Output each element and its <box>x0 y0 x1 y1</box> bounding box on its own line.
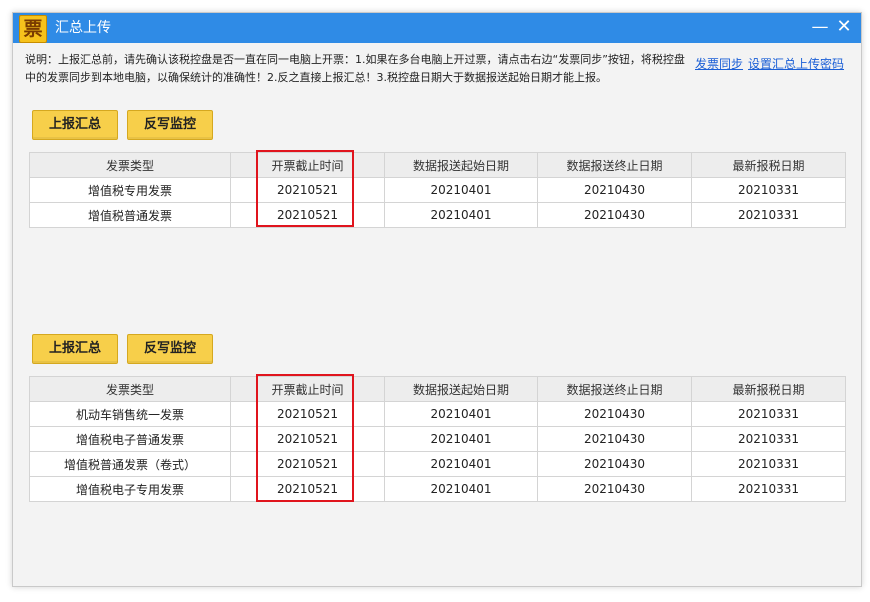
latest-tax-date-cell: 20210331 <box>691 426 846 452</box>
table-row[interactable]: 增值税电子专用发票 20210521 20210401 20210430 202… <box>29 476 846 502</box>
upload-summary-button-1[interactable]: 上报汇总 <box>32 110 118 140</box>
table-row[interactable]: 机动车销售统一发票 20210521 20210401 20210430 202… <box>29 401 846 427</box>
deadline-cell: 20210521 <box>230 177 385 203</box>
start-date-cell: 20210401 <box>384 401 538 427</box>
table-header: 发票类型 开票截止时间 数据报送起始日期 数据报送终止日期 最新报税日期 <box>29 376 846 402</box>
column-header: 发票类型 <box>29 152 231 178</box>
close-button[interactable]: ✕ <box>833 16 855 38</box>
instruction-text: 说明：上报汇总前，请先确认该税控盘是否一直在同一电脑上开票：1.如果在多台电脑上… <box>25 53 685 84</box>
column-header: 数据报送起始日期 <box>384 152 538 178</box>
invoice-logo-icon: 票 <box>19 15 47 43</box>
latest-tax-date-cell: 20210331 <box>691 476 846 502</box>
table-row[interactable]: 增值税电子普通发票 20210521 20210401 20210430 202… <box>29 426 846 452</box>
deadline-cell: 20210521 <box>230 202 385 228</box>
invoice-type-cell: 增值税电子专用发票 <box>29 476 231 502</box>
column-header: 开票截止时间 <box>230 376 385 402</box>
start-date-cell: 20210401 <box>384 202 538 228</box>
latest-tax-date-cell: 20210331 <box>691 401 846 427</box>
writeback-monitor-button-2[interactable]: 反写监控 <box>127 334 213 364</box>
column-header: 数据报送终止日期 <box>537 376 692 402</box>
end-date-cell: 20210430 <box>537 401 692 427</box>
minimize-button[interactable]: — <box>809 16 831 38</box>
end-date-cell: 20210430 <box>537 426 692 452</box>
start-date-cell: 20210401 <box>384 177 538 203</box>
table-row[interactable]: 增值税普通发票 20210521 20210401 20210430 20210… <box>29 202 846 228</box>
end-date-cell: 20210430 <box>537 177 692 203</box>
end-date-cell: 20210430 <box>537 202 692 228</box>
latest-tax-date-cell: 20210331 <box>691 202 846 228</box>
summary-upload-window: 票 汇总上传 — ✕ 说明：上报汇总前，请先确认该税控盘是否一直在同一电脑上开票… <box>12 12 862 587</box>
table-header: 发票类型 开票截止时间 数据报送起始日期 数据报送终止日期 最新报税日期 <box>29 152 846 178</box>
column-header: 最新报税日期 <box>691 152 846 178</box>
upload-summary-button-2[interactable]: 上报汇总 <box>32 334 118 364</box>
column-header: 最新报税日期 <box>691 376 846 402</box>
deadline-cell: 20210521 <box>230 426 385 452</box>
deadline-cell: 20210521 <box>230 476 385 502</box>
column-header: 数据报送起始日期 <box>384 376 538 402</box>
end-date-cell: 20210430 <box>537 476 692 502</box>
column-header: 数据报送终止日期 <box>537 152 692 178</box>
invoice-table-1: 发票类型 开票截止时间 数据报送起始日期 数据报送终止日期 最新报税日期 增值税… <box>29 152 846 228</box>
deadline-cell: 20210521 <box>230 401 385 427</box>
latest-tax-date-cell: 20210331 <box>691 451 846 477</box>
start-date-cell: 20210401 <box>384 426 538 452</box>
latest-tax-date-cell: 20210331 <box>691 177 846 203</box>
column-header: 发票类型 <box>29 376 231 402</box>
invoice-type-cell: 增值税普通发票（卷式） <box>29 451 231 477</box>
window-title: 汇总上传 <box>55 20 111 36</box>
invoice-type-cell: 增值税专用发票 <box>29 177 231 203</box>
invoice-type-cell: 增值税电子普通发票 <box>29 426 231 452</box>
title-bar: 票 汇总上传 — ✕ <box>13 13 861 43</box>
table-row[interactable]: 增值税专用发票 20210521 20210401 20210430 20210… <box>29 177 846 203</box>
start-date-cell: 20210401 <box>384 476 538 502</box>
invoice-type-cell: 机动车销售统一发票 <box>29 401 231 427</box>
table-row[interactable]: 增值税普通发票（卷式） 20210521 20210401 20210430 2… <box>29 451 846 477</box>
set-upload-password-link[interactable]: 设置汇总上传密码 <box>748 56 844 72</box>
start-date-cell: 20210401 <box>384 451 538 477</box>
column-header: 开票截止时间 <box>230 152 385 178</box>
deadline-cell: 20210521 <box>230 451 385 477</box>
writeback-monitor-button-1[interactable]: 反写监控 <box>127 110 213 140</box>
invoice-table-2: 发票类型 开票截止时间 数据报送起始日期 数据报送终止日期 最新报税日期 机动车… <box>29 376 846 502</box>
end-date-cell: 20210430 <box>537 451 692 477</box>
invoice-type-cell: 增值税普通发票 <box>29 202 231 228</box>
invoice-sync-link[interactable]: 发票同步 <box>695 56 743 72</box>
